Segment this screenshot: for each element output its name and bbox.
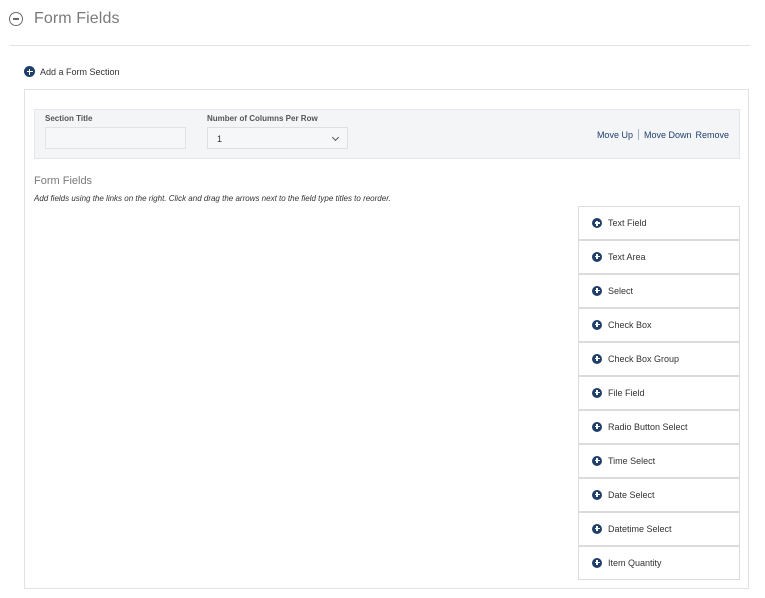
plus-circle-icon: [592, 489, 602, 500]
form-fields-header: Form Fields: [9, 8, 120, 30]
plus-circle-icon: [592, 251, 602, 262]
plus-circle-icon: [592, 421, 602, 432]
header-divider: [10, 45, 750, 46]
add-check-box-group-button[interactable]: Check Box Group: [578, 342, 740, 376]
form-fields-heading: Form Fields: [34, 175, 93, 187]
field-type-label: Text Field: [608, 218, 647, 228]
plus-circle-icon: [592, 218, 602, 228]
field-type-label: Text Area: [608, 251, 646, 262]
section-actions: Move Up Move Down Remove: [597, 129, 729, 140]
plus-circle-icon: [592, 319, 602, 330]
remove-link[interactable]: Remove: [695, 130, 729, 140]
move-up-link[interactable]: Move Up: [597, 130, 633, 140]
add-datetime-select-button[interactable]: Datetime Select: [578, 512, 740, 546]
plus-circle-icon: [592, 387, 602, 398]
add-time-select-button[interactable]: Time Select: [578, 444, 740, 478]
section-title-input[interactable]: [45, 127, 186, 149]
add-radio-button-select-button[interactable]: Radio Button Select: [578, 410, 740, 444]
columns-per-row-select[interactable]: 1: [207, 127, 348, 149]
add-file-field-button[interactable]: File Field: [578, 376, 740, 410]
form-section: Section Title Number of Columns Per Row …: [24, 89, 749, 589]
plus-circle-icon: [592, 557, 602, 568]
add-date-select-button[interactable]: Date Select: [578, 478, 740, 512]
add-text-area-button[interactable]: Text Area: [578, 240, 740, 274]
section-settings-panel: Section Title Number of Columns Per Row …: [34, 109, 740, 159]
field-type-label: File Field: [608, 387, 645, 398]
field-type-label: Date Select: [608, 489, 655, 500]
form-fields-page: Form Fields Add a Form Section Section T…: [0, 0, 765, 598]
add-item-quantity-button[interactable]: Item Quantity: [578, 546, 740, 580]
add-form-section-link[interactable]: Add a Form Section: [24, 66, 120, 77]
plus-circle-icon: [592, 455, 602, 466]
field-type-label: Check Box Group: [608, 353, 680, 364]
move-down-link[interactable]: Move Down: [644, 130, 692, 140]
field-type-label: Radio Button Select: [608, 421, 688, 432]
columns-per-row-value: 1: [217, 134, 223, 144]
add-form-section-label: Add a Form Section: [40, 66, 120, 77]
plus-circle-icon: [592, 523, 602, 534]
field-type-label: Item Quantity: [608, 557, 662, 568]
field-type-list: Text Field Text Area Select Check Box Ch…: [578, 206, 740, 580]
columns-per-row-label: Number of Columns Per Row: [207, 114, 318, 123]
field-type-label: Time Select: [608, 455, 656, 466]
add-check-box-button[interactable]: Check Box: [578, 308, 740, 342]
plus-circle-icon: [592, 353, 602, 364]
form-fields-help-text: Add fields using the links on the right.…: [34, 194, 391, 203]
add-text-field-button[interactable]: Text Field: [578, 206, 740, 240]
plus-circle-icon: [24, 66, 35, 77]
field-type-label: Select: [608, 285, 634, 296]
action-separator: [637, 129, 639, 140]
page-title: Form Fields: [34, 10, 120, 27]
minus-circle-icon[interactable]: [9, 12, 23, 26]
section-title-label: Section Title: [45, 114, 93, 123]
add-select-button[interactable]: Select: [578, 274, 740, 308]
chevron-down-icon: [331, 133, 340, 142]
plus-circle-icon: [592, 285, 602, 296]
field-type-label: Check Box: [608, 319, 652, 330]
field-type-label: Datetime Select: [608, 523, 672, 534]
